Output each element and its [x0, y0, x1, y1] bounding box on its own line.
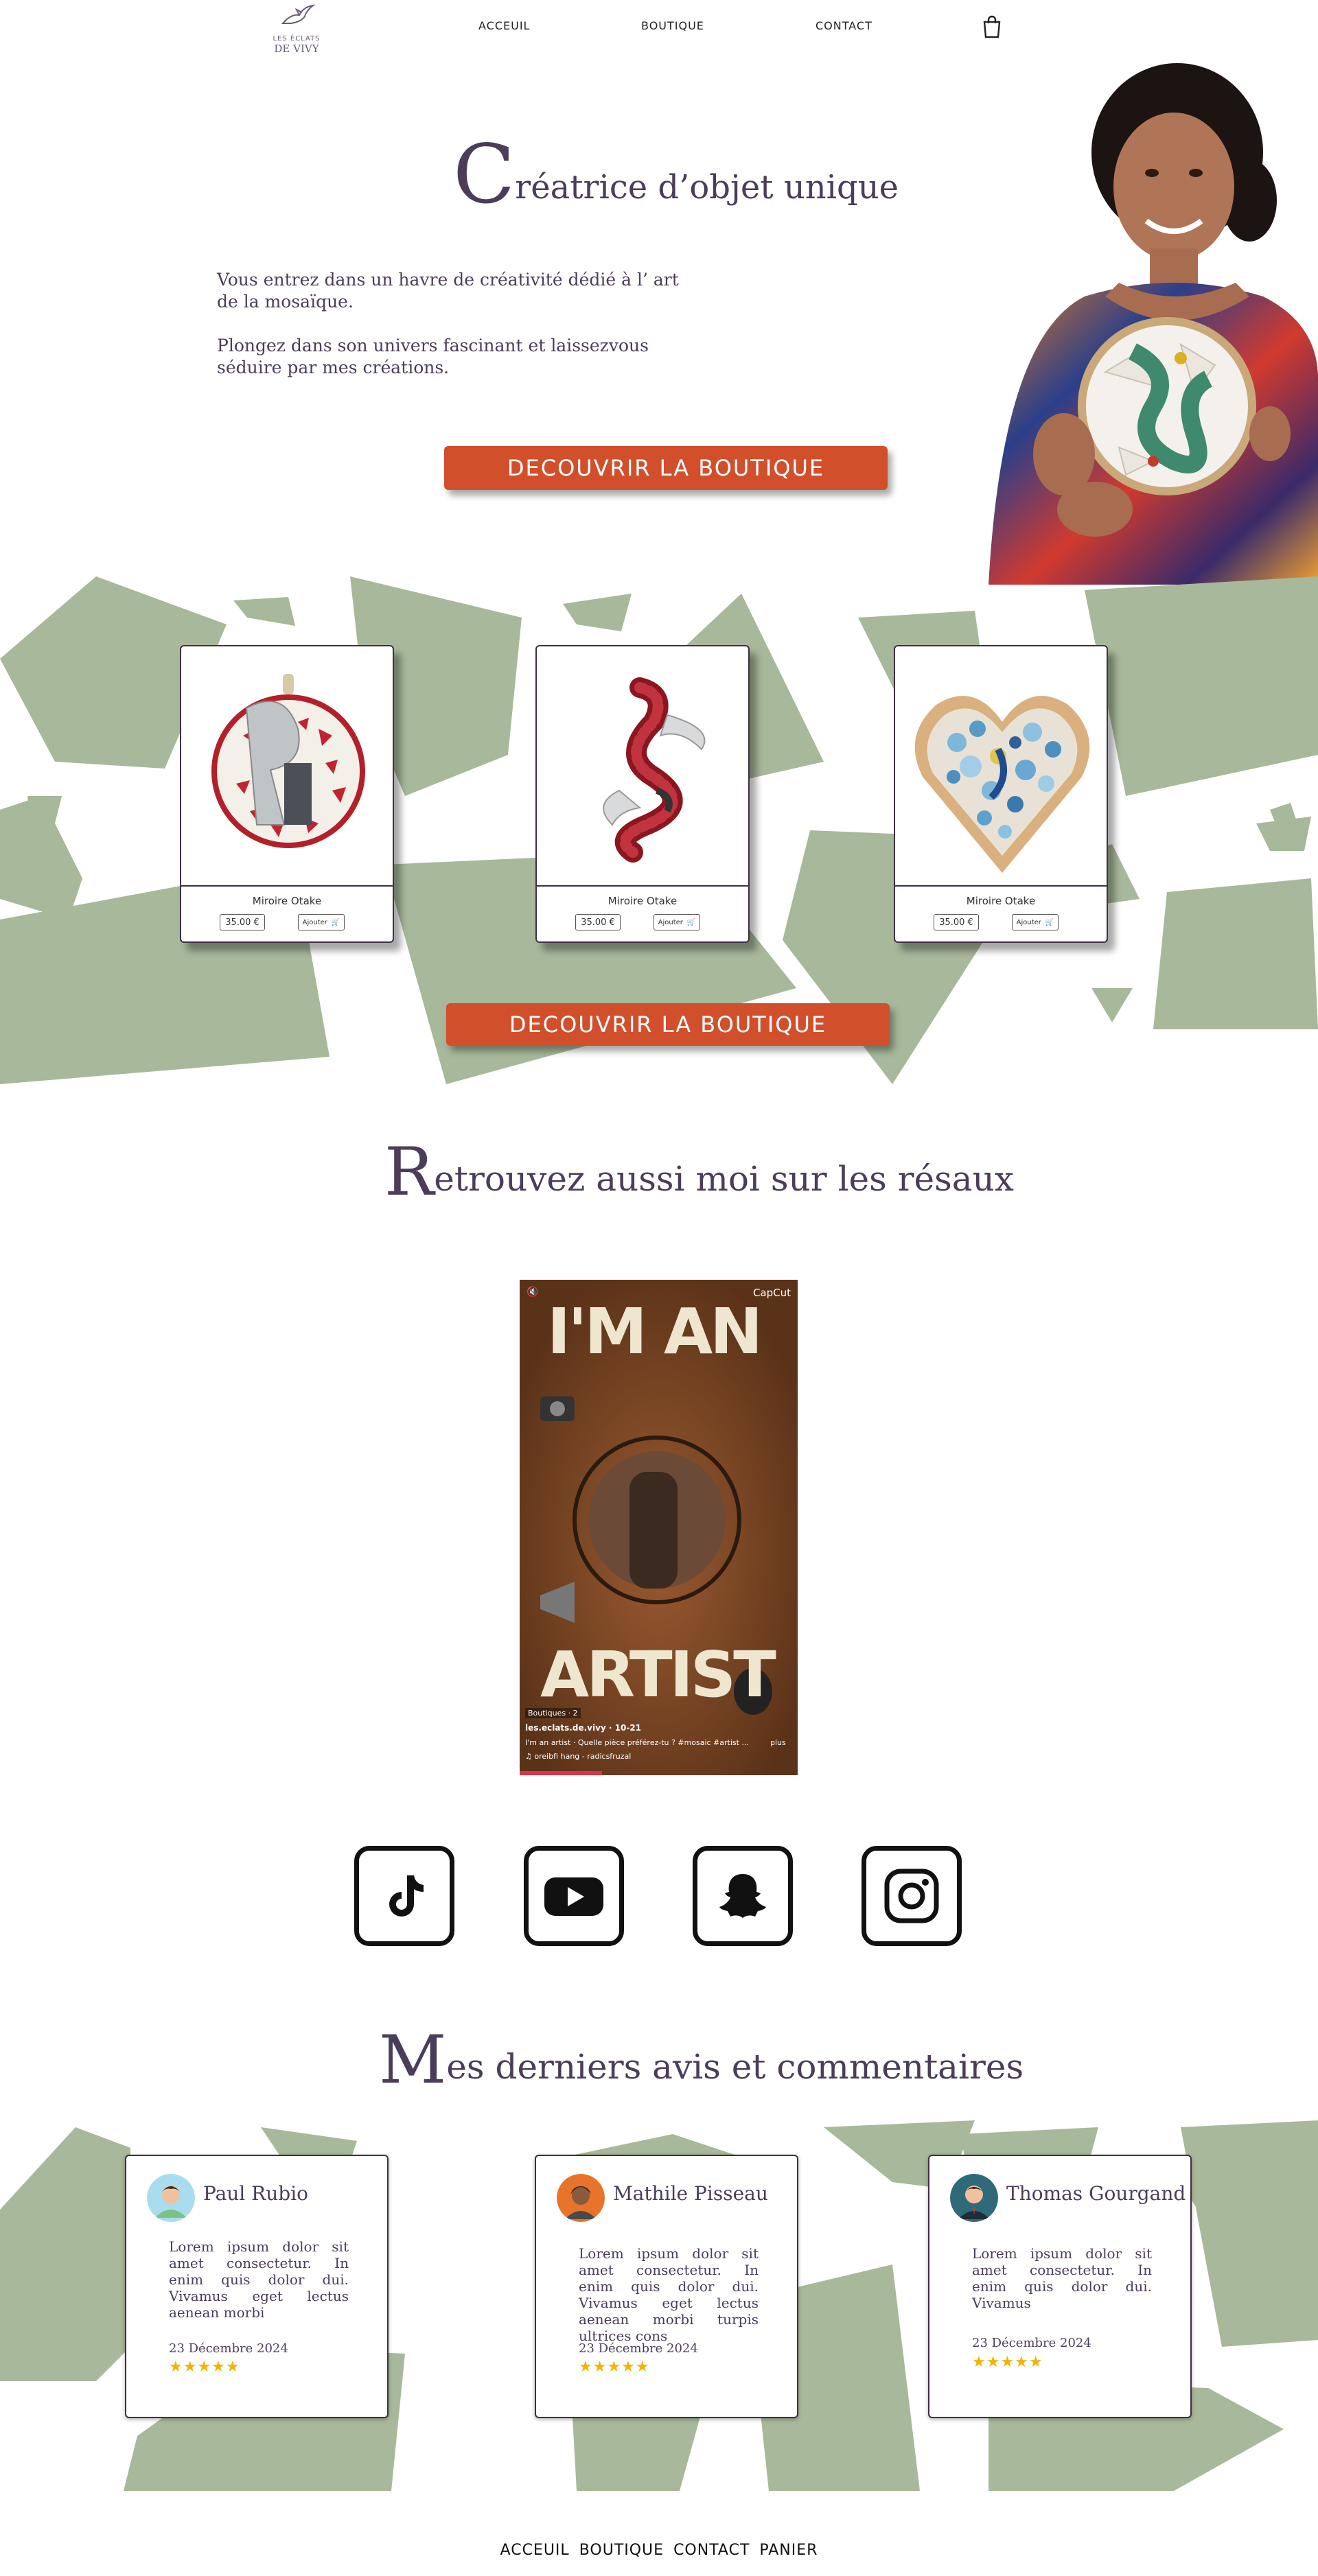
reviews-title-cap: M [379, 2022, 447, 2098]
snapchat-link[interactable] [693, 1846, 793, 1946]
add-to-cart-button[interactable]: Ajouter 🛒 [1012, 914, 1059, 930]
avatar [147, 2174, 195, 2222]
reviewer-name: Thomas Gourgand [1006, 2182, 1186, 2205]
footer-link-acceuil[interactable]: ACCEUIL [500, 2542, 570, 2559]
tiktok-link[interactable] [354, 1846, 454, 1946]
footer-nav: ACCEUIL BOUTIQUE CONTACT PANIER [0, 2542, 1318, 2559]
review-text: Lorem ipsum dolor sit amet consectetur. … [972, 2245, 1152, 2311]
star-rating: ★★★★★ [169, 2358, 240, 2376]
instagram-icon [884, 1869, 939, 1923]
product-price: 35.00 € [575, 914, 621, 930]
nav-contact[interactable]: CONTACT [816, 19, 872, 32]
social-title-rest: etrouvez aussi moi sur les résaux [434, 1159, 1015, 1199]
reviewer-name: Paul Rubio [203, 2182, 309, 2205]
hummingbird-logo-icon [269, 3, 324, 35]
star-rating: ★★★★★ [972, 2354, 1043, 2371]
reviewer-name: Mathile Pisseau [613, 2182, 768, 2205]
video-tag[interactable]: Boutiques · 2 [525, 1708, 581, 1718]
review-card: Mathile Pisseau Lorem ipsum dolor sit am… [535, 2155, 798, 2418]
product-price: 35.00 € [220, 914, 265, 930]
tiktok-icon [389, 1875, 424, 1917]
video-sound: ♫ oreibfi hang - radicsfruzal [525, 1752, 632, 1761]
review-card: Thomas Gourgand Lorem ipsum dolor sit am… [928, 2155, 1192, 2418]
review-text: Lorem ipsum dolor sit amet consectetur. … [169, 2238, 349, 2321]
discover-shop-button-2[interactable]: DECOUVRIR LA BOUTIQUE [446, 1003, 890, 1046]
video-more[interactable]: plus [770, 1738, 786, 1747]
hero-title-rest: réatrice d’objet unique [515, 168, 899, 207]
product-card[interactable]: Miroire Otake 35.00 € Ajouter 🛒 [535, 645, 750, 943]
avatar [557, 2174, 605, 2222]
hero-title-cap: C [453, 127, 516, 222]
review-text: Lorem ipsum dolor sit amet consectetur. … [579, 2245, 759, 2344]
video-text-bottom: ARTIST [540, 1638, 776, 1711]
review-date: 23 Décembre 2024 [579, 2341, 698, 2356]
footer-link-panier[interactable]: PANIER [759, 2542, 818, 2559]
hero-paragraph-2: Plongez dans son univers fascinant et la… [217, 336, 649, 377]
product-card[interactable]: Miroire Otake 35.00 € Ajouter 🛒 [894, 645, 1108, 943]
product-card[interactable]: Miroire Otake 35.00 € Ajouter 🛒 [180, 645, 394, 943]
social-title-cap: R [384, 1134, 435, 1210]
logo-line2: DE VIVY [274, 43, 319, 55]
star-rating: ★★★★★ [579, 2358, 650, 2376]
product-image [537, 646, 748, 887]
youtube-icon [544, 1877, 603, 1916]
snapchat-icon [719, 1874, 766, 1918]
product-name: Miroire Otake [608, 895, 678, 907]
add-label: Ajouter [302, 918, 327, 926]
instagram-link[interactable] [862, 1846, 962, 1946]
social-section-title: Retrouvez aussi moi sur les résaux [384, 1139, 1014, 1205]
reviews-title-rest: es derniers avis et commentaires [446, 2047, 1024, 2087]
nav-boutique[interactable]: BOUTIQUE [641, 19, 704, 32]
video-text-top: I'M AN [547, 1295, 763, 1368]
review-date: 23 Décembre 2024 [169, 2341, 288, 2356]
review-date: 23 Décembre 2024 [972, 2336, 1091, 2350]
video-caption: I'm an artist · Quelle pièce préférez-tu… [525, 1738, 749, 1747]
mute-icon[interactable]: 🔇 [527, 1287, 538, 1298]
product-image [181, 646, 393, 887]
hero-title: Créatrice d’objet unique [453, 134, 899, 215]
review-card: Paul Rubio Lorem ipsum dolor sit amet co… [125, 2155, 389, 2418]
shopping-bag-icon[interactable] [982, 15, 1002, 38]
discover-shop-button[interactable]: DECOUVRIR LA BOUTIQUE [444, 446, 888, 490]
hero-paragraph-1: Vous entrez dans un havre de créativité … [217, 270, 679, 312]
add-label: Ajouter [1016, 918, 1041, 926]
add-to-cart-button[interactable]: Ajouter 🛒 [298, 914, 345, 930]
product-price: 35.00 € [934, 914, 979, 930]
product-name: Miroire Otake [252, 895, 322, 907]
cart-icon: 🛒 [331, 918, 340, 926]
youtube-link[interactable] [524, 1846, 624, 1946]
footer-link-contact[interactable]: CONTACT [673, 2542, 750, 2559]
reviews-section-title: Mes derniers avis et commentaires [379, 2027, 1024, 2093]
product-name: Miroire Otake [966, 895, 1036, 907]
avatar [950, 2174, 998, 2222]
add-to-cart-button[interactable]: Ajouter 🛒 [654, 914, 700, 930]
cart-icon: 🛒 [686, 918, 696, 926]
footer-link-boutique[interactable]: BOUTIQUE [579, 2542, 664, 2559]
product-image [895, 646, 1107, 887]
video-user[interactable]: les.eclats.de.vivy · 10-21 [525, 1723, 641, 1733]
artist-photo [947, 49, 1318, 585]
cart-icon: 🛒 [1045, 918, 1054, 926]
tiktok-video-embed[interactable]: CapCut 🔇 I'M AN ARTIST Boutiques · 2 les… [520, 1280, 798, 1775]
add-label: Ajouter [658, 918, 683, 926]
site-logo[interactable]: LES ÉCLATS DE VIVY [269, 3, 324, 55]
nav-acceuil[interactable]: ACCEUIL [478, 19, 530, 32]
